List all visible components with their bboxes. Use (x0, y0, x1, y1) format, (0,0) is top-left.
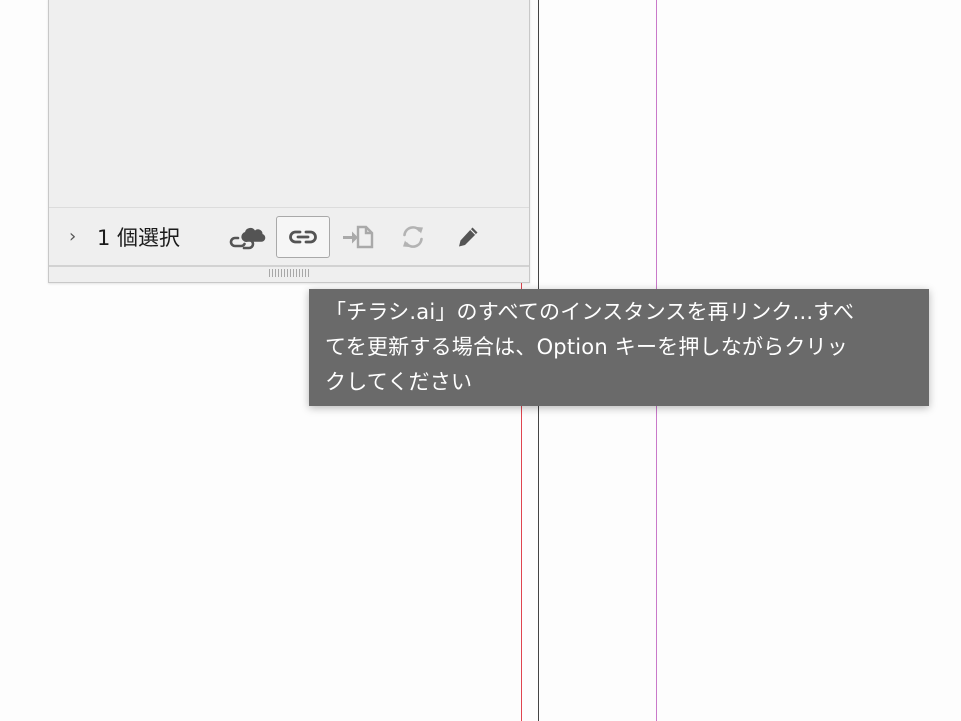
tooltip-text-line: 「チラシ.ai」のすべてのインスタンスを再リンク...すべ (325, 300, 855, 324)
go-to-link-icon[interactable] (331, 216, 385, 258)
links-list[interactable] (49, 0, 529, 207)
update-link-icon[interactable] (386, 216, 440, 258)
tooltip-text-line: クしてください (325, 370, 473, 394)
edit-original-icon[interactable] (441, 216, 495, 258)
expand-link-info-chevron-icon[interactable]: › (69, 227, 76, 247)
links-panel: › 1 個選択 (48, 0, 530, 283)
cloud-link-icon[interactable] (221, 216, 275, 258)
artboard-canvas[interactable]: › 1 個選択 「チラシ.ai」のすべてのインスタンスを再リンク...すべ てを… (0, 0, 961, 721)
relink-icon[interactable] (276, 216, 330, 258)
relink-tooltip: 「チラシ.ai」のすべてのインスタンスを再リンク...すべ てを更新する場合は、… (309, 289, 929, 406)
panel-resize-handle[interactable] (49, 265, 529, 282)
tooltip-text-line: てを更新する場合は、Option キーを押しながらクリッ (325, 335, 848, 359)
selection-count-label: 1 個選択 (97, 226, 181, 250)
resize-grip-icon (269, 269, 309, 277)
links-panel-toolbar: › 1 個選択 (49, 207, 529, 266)
